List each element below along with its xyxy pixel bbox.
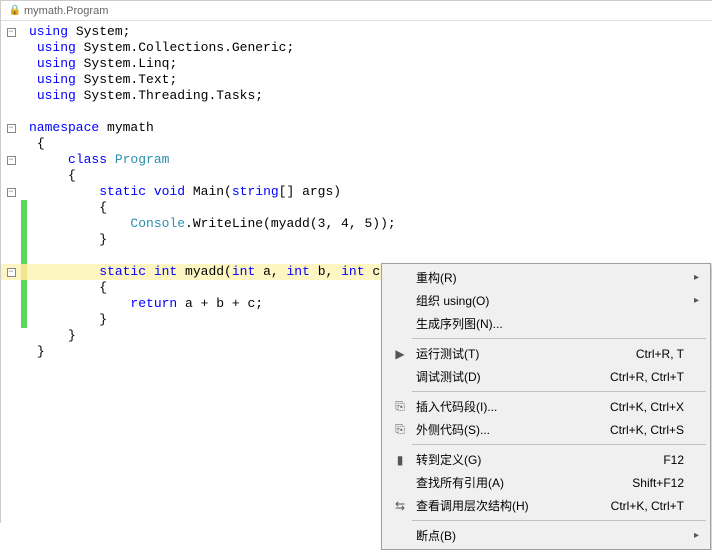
code-line[interactable]: }: [27, 344, 45, 360]
code-line[interactable]: {: [27, 136, 45, 152]
fold-minus-icon[interactable]: −: [7, 156, 16, 165]
code-line[interactable]: Console.WriteLine(myadd(3, 4, 5));: [27, 216, 396, 232]
chevron-right-icon: ▸: [694, 295, 704, 306]
tab-bar: 🔒 mymath.Program: [1, 1, 712, 21]
menu-call-hierarchy[interactable]: ⇆ 查看调用层次结构(H) Ctrl+K, Ctrl+T: [384, 494, 708, 517]
code-line[interactable]: {: [27, 200, 107, 216]
snippet-icon: ⎘: [395, 399, 405, 414]
code-line[interactable]: }: [27, 328, 76, 344]
menu-separator: [412, 520, 706, 521]
goto-icon: ▮: [397, 453, 404, 467]
file-tab[interactable]: 🔒 mymath.Program: [3, 3, 114, 19]
menu-surround-with[interactable]: ⎘ 外侧代码(S)... Ctrl+K, Ctrl+S: [384, 418, 708, 441]
fold-minus-icon[interactable]: −: [7, 188, 16, 197]
menu-breakpoint[interactable]: 断点(B) ▸: [384, 524, 708, 547]
code-line[interactable]: static int myadd(int a, int b, int c): [27, 264, 388, 280]
menu-separator: [412, 338, 706, 339]
fold-minus-icon[interactable]: −: [7, 268, 16, 277]
code-line[interactable]: using System.Collections.Generic;: [27, 40, 294, 56]
menu-find-refs[interactable]: 查找所有引用(A) Shift+F12: [384, 471, 708, 494]
chevron-right-icon: ▸: [694, 530, 704, 541]
chevron-right-icon: ▸: [694, 272, 704, 283]
code-line[interactable]: using System.Linq;: [27, 56, 177, 72]
menu-refactor[interactable]: 重构(R) ▸: [384, 266, 708, 289]
menu-organize-using[interactable]: 组织 using(O) ▸: [384, 289, 708, 312]
run-tests-icon: ▶: [395, 347, 404, 361]
code-line[interactable]: namespace mymath: [27, 120, 154, 136]
tab-title: mymath.Program: [24, 5, 108, 17]
menu-run-tests[interactable]: ▶ 运行测试(T) Ctrl+R, T: [384, 342, 708, 365]
menu-debug-tests[interactable]: 调试测试(D) Ctrl+R, Ctrl+T: [384, 365, 708, 388]
code-line[interactable]: }: [27, 232, 107, 248]
menu-gen-seq-diagram[interactable]: 生成序列图(N)...: [384, 312, 708, 335]
code-line[interactable]: static void Main(string[] args): [27, 184, 341, 200]
code-line[interactable]: using System.Threading.Tasks;: [27, 88, 263, 104]
surround-icon: ⎘: [395, 422, 405, 437]
menu-separator: [412, 444, 706, 445]
hierarchy-icon: ⇆: [395, 499, 405, 513]
lock-icon: 🔒: [9, 5, 21, 17]
menu-goto-def[interactable]: ▮ 转到定义(G) F12: [384, 448, 708, 471]
code-line[interactable]: }: [27, 312, 107, 328]
code-line[interactable]: {: [27, 168, 76, 184]
context-menu: 重构(R) ▸ 组织 using(O) ▸ 生成序列图(N)... ▶ 运行测试…: [381, 263, 711, 550]
code-line[interactable]: using System;: [27, 24, 130, 40]
code-line[interactable]: {: [27, 280, 107, 296]
menu-insert-snippet[interactable]: ⎘ 插入代码段(I)... Ctrl+K, Ctrl+X: [384, 395, 708, 418]
code-line[interactable]: return a + b + c;: [27, 296, 263, 312]
fold-minus-icon[interactable]: −: [7, 28, 16, 37]
code-line[interactable]: class Program: [27, 152, 169, 168]
code-line[interactable]: using System.Text;: [27, 72, 177, 88]
fold-minus-icon[interactable]: −: [7, 124, 16, 133]
menu-separator: [412, 391, 706, 392]
